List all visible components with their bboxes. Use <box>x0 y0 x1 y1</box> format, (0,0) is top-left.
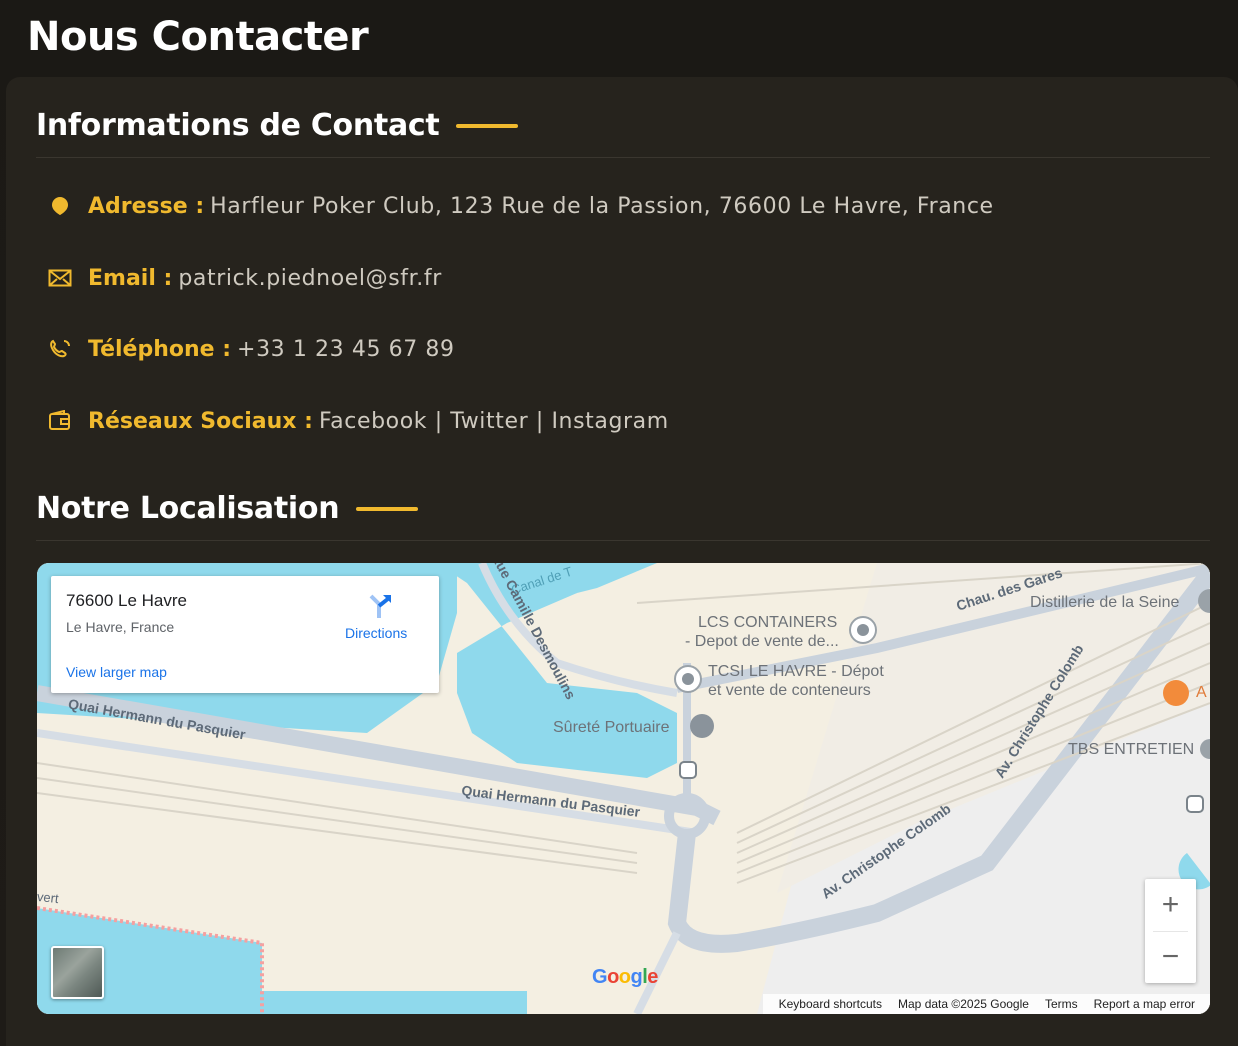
terms-link[interactable]: Terms <box>1045 997 1078 1011</box>
map-label-vert: vert <box>37 888 60 907</box>
wallet-icon <box>48 409 72 433</box>
zoom-out-button[interactable]: − <box>1145 931 1196 983</box>
map-label-tbs: TBS ENTRETIEN <box>1068 741 1195 758</box>
phone-row: Téléphone : +33 1 23 45 67 89 <box>48 334 455 364</box>
satellite-view-toggle[interactable] <box>51 946 104 999</box>
heading-accent-bar <box>456 123 519 128</box>
map-place-name: 76600 Le Havre <box>66 591 187 610</box>
phone-icon <box>48 337 72 361</box>
map-attribution-bar: Keyboard shortcuts Map data ©2025 Google… <box>762 994 1210 1014</box>
email-value[interactable]: patrick.piednoel@sfr.fr <box>178 266 442 291</box>
location-section-header: Notre Localisation <box>36 491 419 526</box>
map-label-distillerie: Distillerie de la Seine <box>1030 594 1180 611</box>
map-label-lcs-1: LCS CONTAINERS <box>698 614 838 631</box>
map-pin-icon <box>48 194 72 218</box>
map-label-surete: Sûreté Portuaire <box>553 719 670 736</box>
email-label: Email : <box>88 265 173 291</box>
social-row: Réseaux Sociaux : Facebook | Twitter | I… <box>48 406 669 436</box>
report-map-error-link[interactable]: Report a map error <box>1094 997 1195 1011</box>
view-larger-map-link[interactable]: View larger map <box>66 664 167 680</box>
heading-accent-bar <box>356 506 419 511</box>
section-divider <box>36 540 1210 541</box>
keyboard-shortcuts-link[interactable]: Keyboard shortcuts <box>779 997 882 1011</box>
email-row: Email : patrick.piednoel@sfr.fr <box>48 263 442 293</box>
google-logo: Google <box>592 966 658 988</box>
contact-heading: Informations de Contact <box>36 108 440 143</box>
embedded-map[interactable]: Canal de T Rue Camille Desmoulins Quai H… <box>37 563 1210 1014</box>
section-divider <box>36 157 1210 158</box>
address-row: Adresse : Harfleur Poker Club, 123 Rue d… <box>48 191 994 221</box>
phone-label: Téléphone : <box>88 336 232 362</box>
social-links[interactable]: Facebook | Twitter | Instagram <box>319 409 669 434</box>
zoom-in-button[interactable]: + <box>1145 879 1196 931</box>
zoom-controls: + − <box>1145 879 1196 983</box>
map-label-tcsi-1: TCSI LE HAVRE - Dépot <box>708 663 884 680</box>
phone-value[interactable]: +33 1 23 45 67 89 <box>237 337 455 362</box>
directions-icon[interactable] <box>367 592 395 620</box>
address-label: Adresse : <box>88 193 205 219</box>
contact-section-header: Informations de Contact <box>36 108 519 143</box>
page-title: Nous Contacter <box>27 14 369 60</box>
map-place-subtitle: Le Havre, France <box>66 619 175 635</box>
map-label-lcs-2: - Depot de vente de... <box>685 633 839 650</box>
address-value: Harfleur Poker Club, 123 Rue de la Passi… <box>210 193 994 219</box>
location-heading: Notre Localisation <box>36 491 340 526</box>
map-info-card: 76600 Le Havre Le Havre, France View lar… <box>51 576 439 693</box>
envelope-icon <box>48 266 72 290</box>
directions-link[interactable]: Directions <box>345 625 407 641</box>
map-label-tcsi-2: et vente de conteneurs <box>708 682 871 699</box>
map-data-text: Map data ©2025 Google <box>898 997 1029 1011</box>
social-label: Réseaux Sociaux : <box>88 408 313 434</box>
map-label-a: A <box>1196 684 1207 701</box>
